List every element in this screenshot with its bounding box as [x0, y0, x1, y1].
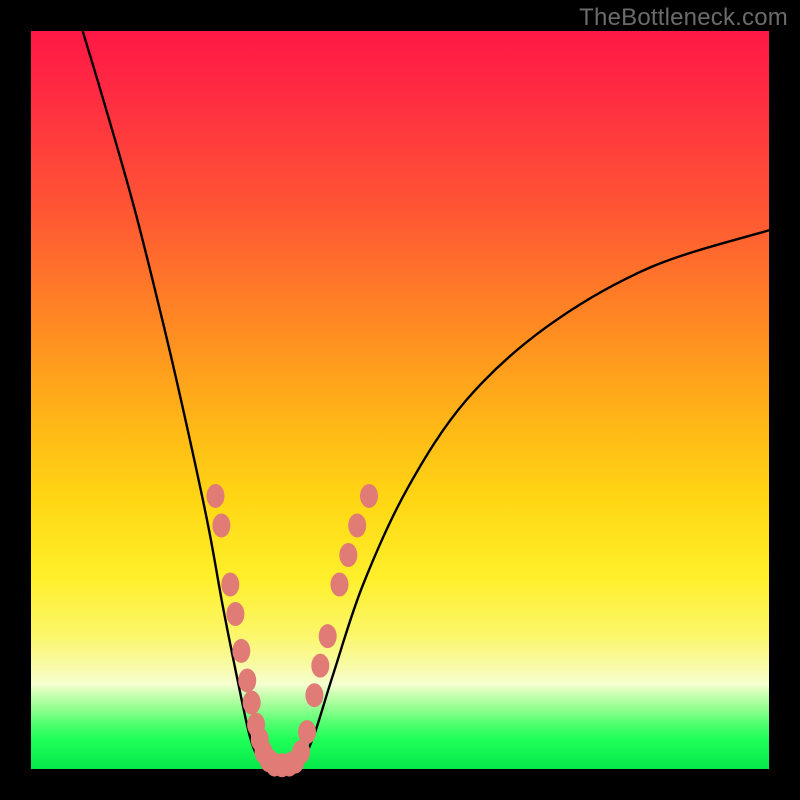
marker-oval — [212, 513, 230, 537]
marker-oval — [221, 573, 239, 597]
marker-oval — [348, 513, 366, 537]
marker-oval — [311, 654, 329, 678]
marker-oval — [339, 543, 357, 567]
chart-svg — [31, 31, 769, 769]
chart-frame: TheBottleneck.com — [0, 0, 800, 800]
marker-oval — [243, 691, 261, 715]
marker-oval — [207, 484, 225, 508]
marker-oval — [305, 683, 323, 707]
marker-oval — [360, 484, 378, 508]
marker-oval — [298, 720, 316, 744]
marker-oval — [232, 639, 250, 663]
watermark-text: TheBottleneck.com — [579, 4, 788, 32]
marker-oval — [238, 668, 256, 692]
marker-oval — [330, 573, 348, 597]
marker-oval — [226, 602, 244, 626]
marker-oval — [319, 624, 337, 648]
marker-group — [207, 484, 379, 777]
